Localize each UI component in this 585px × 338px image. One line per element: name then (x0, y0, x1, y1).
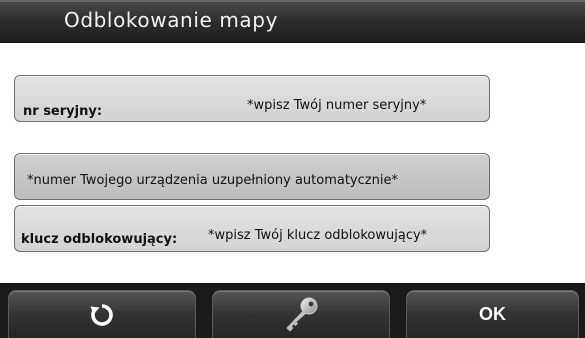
ok-button[interactable]: OK (406, 290, 579, 338)
unlock-key-field[interactable]: klucz odblokowujący: *wpisz Twój klucz o… (14, 205, 490, 252)
ok-button-label: OK (479, 304, 506, 324)
refresh-button[interactable] (8, 290, 196, 338)
serial-number-label: nr seryjny: (23, 104, 103, 119)
serial-number-value[interactable]: *wpisz Twój numer seryjny* (247, 98, 426, 113)
key-icon (286, 297, 318, 332)
device-number-value: *numer Twojego urządzenia uzupełniony au… (27, 173, 398, 188)
refresh-icon (90, 303, 113, 326)
serial-number-field[interactable]: nr seryjny: *wpisz Twój numer seryjny* (14, 75, 490, 122)
unlock-key-value[interactable]: *wpisz Twój klucz odblokowujący* (208, 228, 427, 243)
page-title: Odblokowanie mapy (64, 8, 279, 32)
title-bar: Odblokowanie mapy (0, 0, 585, 43)
title-bar-highlight (0, 0, 585, 2)
unlock-map-screen: Odblokowanie mapy nr seryjny: *wpisz Twó… (0, 0, 585, 338)
key-button[interactable] (212, 290, 390, 338)
unlock-key-label: klucz odblokowujący: (21, 232, 178, 247)
device-number-field: *numer Twojego urządzenia uzupełniony au… (14, 153, 490, 200)
